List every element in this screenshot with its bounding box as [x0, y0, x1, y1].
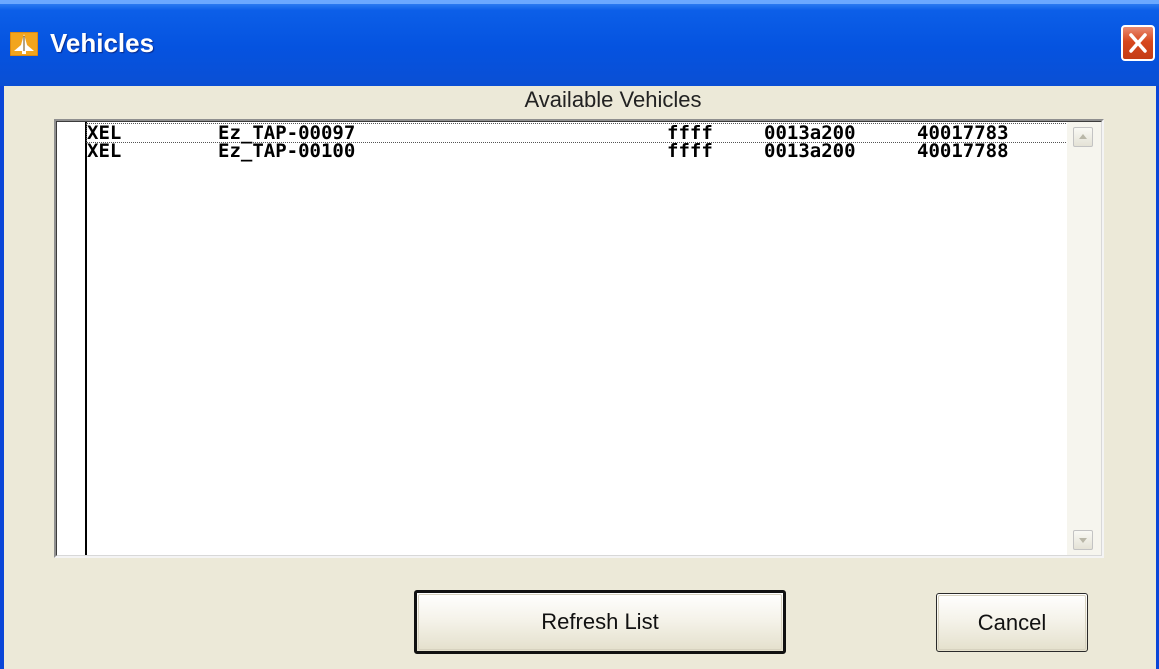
cancel-button[interactable]: Cancel	[936, 593, 1088, 652]
title-bar-highlight	[0, 0, 1159, 4]
list-title: Available Vehicles	[524, 87, 702, 112]
vehicle-pan-id: ffff	[667, 140, 713, 162]
vehicle-address-high: 0013a200	[764, 140, 856, 162]
refresh-list-button[interactable]: Refresh List	[414, 590, 786, 654]
window-title: Vehicles	[50, 28, 155, 58]
vehicle-icon	[9, 31, 39, 57]
cancel-button-label: Cancel	[977, 610, 1047, 635]
title-bar[interactable]: Vehicles	[0, 0, 1159, 86]
refresh-button-label: Refresh List	[541, 609, 659, 634]
dialog-body: Available Vehicles XEL Ez_TAP-00097 ffff…	[4, 86, 1156, 669]
listbox-border	[56, 121, 1102, 556]
list-rows: XEL Ez_TAP-00097 ffff 0013a200 40017783 …	[86, 123, 1068, 162]
list-gutter	[57, 122, 87, 555]
vehicle-listbox[interactable]: XEL Ez_TAP-00097 ffff 0013a200 40017783 …	[54, 119, 1104, 558]
scroll-down-button[interactable]	[1073, 530, 1093, 550]
vehicles-dialog: Vehicles Available Vehicles XEL Ez_TAP-0…	[0, 0, 1159, 669]
vertical-scrollbar[interactable]	[1067, 122, 1101, 555]
list-item[interactable]: XEL Ez_TAP-00100 ffff 0013a200 40017788	[87, 140, 1067, 162]
vehicle-name: Ez_TAP-00100	[218, 140, 356, 162]
vehicle-address-low: 40017788	[917, 140, 1009, 162]
close-button[interactable]	[1121, 25, 1155, 61]
vehicle-type: XEL	[87, 140, 122, 162]
scroll-up-button[interactable]	[1073, 127, 1093, 147]
